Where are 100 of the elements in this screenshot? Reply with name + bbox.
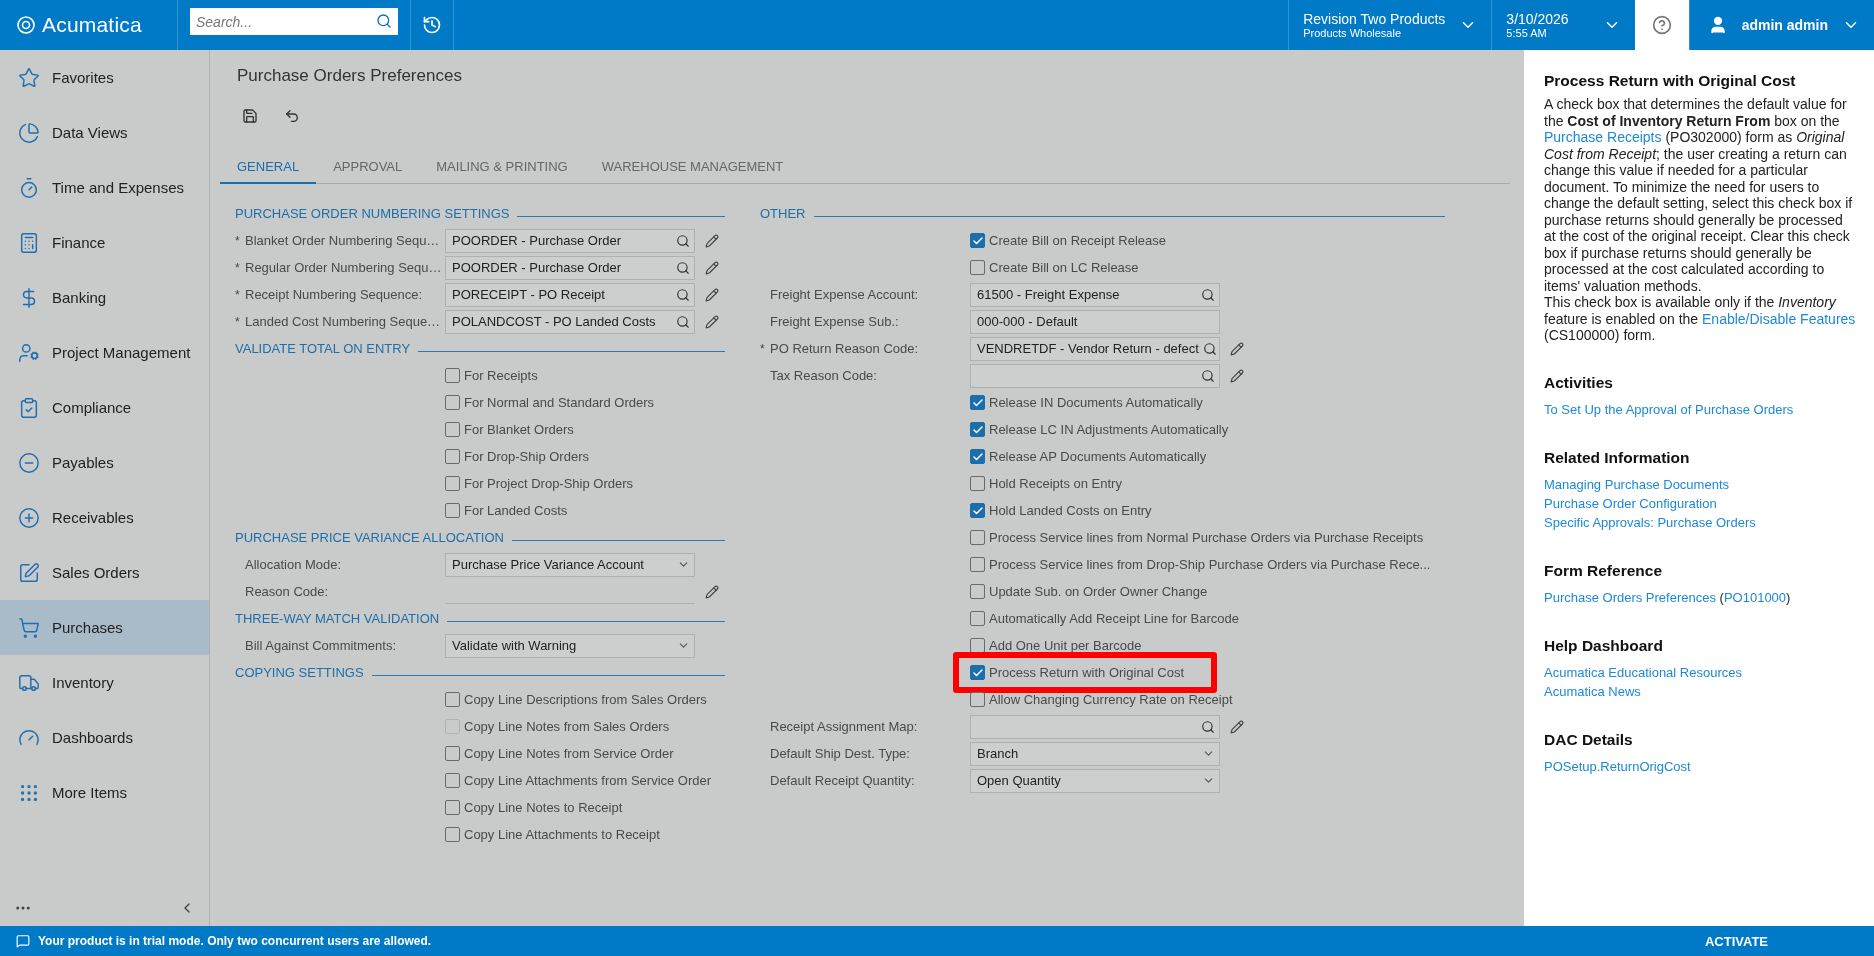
help-link[interactable]: Acumatica Educational Resources [1544,664,1742,680]
edit-icon[interactable] [1230,719,1244,734]
checkbox[interactable] [970,476,985,491]
sidebar-item[interactable]: Inventory [0,655,209,710]
sidebar-item[interactable]: Data Views [0,105,209,160]
edit-icon[interactable] [705,287,719,302]
checkbox-label[interactable]: Hold Receipts on Entry [989,476,1122,491]
help-link[interactable]: To Set Up the Approval of Purchase Orders [1544,401,1794,417]
lookup-field[interactable] [970,714,1220,739]
checkbox[interactable] [970,422,985,437]
checkbox-label[interactable]: Release AP Documents Automatically [989,449,1207,464]
checkbox-label[interactable]: Release IN Documents Automatically [989,395,1203,410]
help-link[interactable]: Purchase Order Configuration [1544,495,1717,511]
help-link[interactable]: Purchase Orders Preferences [1544,589,1716,605]
sidebar-item[interactable]: Receivables [0,490,209,545]
checkbox[interactable] [445,503,460,518]
checkbox-label[interactable]: Copy Line Descriptions from Sales Orders [464,692,707,707]
help-link[interactable]: Purchase Receipts [1544,129,1662,145]
sidebar-item[interactable]: Sales Orders [0,545,209,600]
checkbox-label[interactable]: For Normal and Standard Orders [464,395,655,410]
help-link[interactable]: Specific Approvals: Purchase Orders [1544,514,1756,530]
tab[interactable]: APPROVAL [316,150,420,184]
help-link[interactable]: Enable/Disable Features [1702,310,1856,327]
checkbox-label[interactable]: Copy Line Notes to Receipt [464,800,623,815]
checkbox-label[interactable]: Create Bill on Receipt Release [989,233,1167,248]
search-icon[interactable] [1201,719,1215,734]
help-button[interactable] [1634,0,1689,50]
lookup-field[interactable]: PORECEIPT - PO Receipt [445,282,695,307]
undo-icon[interactable] [284,108,300,124]
checkbox-label[interactable]: Create Bill on LC Release [989,260,1139,275]
dropdown-field[interactable]: Validate with Warning [445,633,695,658]
checkbox-label[interactable]: Automatically Add Receipt Line for Barcode [989,611,1240,626]
checkbox[interactable] [445,449,460,464]
dropdown-field[interactable]: Purchase Price Variance Account [445,552,695,577]
checkbox[interactable] [970,395,985,410]
sidebar-item[interactable]: Purchases [0,600,209,655]
sidebar-item[interactable]: Banking [0,270,209,325]
checkbox-label[interactable]: For Project Drop-Ship Orders [464,476,634,491]
sidebar-item[interactable]: Compliance [0,380,209,435]
help-link[interactable]: POSetup.ReturnOrigCost [1544,758,1691,774]
checkbox[interactable] [445,422,460,437]
checkbox-label[interactable]: Hold Landed Costs on Entry [989,503,1152,518]
sidebar-item[interactable]: Time and Expenses [0,160,209,215]
edit-icon[interactable] [1230,368,1244,383]
checkbox[interactable] [445,692,460,707]
checkbox-label[interactable]: Allow Changing Currency Rate on Receipt [989,692,1233,707]
checkbox[interactable] [970,638,985,653]
checkbox[interactable] [970,665,985,680]
checkbox-label[interactable]: Process Service lines from Normal Purchase Orders via Purchase Receipts [989,530,1424,545]
lookup-field[interactable]: POLANDCOST - PO Landed Costs [445,309,695,334]
edit-icon[interactable] [705,314,719,329]
sidebar-item[interactable]: More Items [0,765,209,820]
checkbox-label[interactable]: Release LC IN Adjustments Automatically [989,422,1229,437]
edit-icon[interactable] [705,233,719,248]
search-icon[interactable] [676,260,690,275]
edit-icon[interactable] [705,584,719,599]
checkbox-label[interactable]: For Receipts [464,368,538,383]
checkbox-label[interactable]: Process Return with Original Cost [989,665,1185,680]
checkbox[interactable] [970,584,985,599]
edit-icon[interactable] [1230,341,1244,356]
save-icon[interactable] [242,108,258,124]
checkbox[interactable] [970,233,985,248]
lookup-field[interactable] [970,363,1220,388]
checkbox-label[interactable]: Add One Unit per Barcode [989,638,1142,653]
help-link[interactable]: PO101000 [1723,589,1787,605]
tab[interactable]: GENERAL [220,150,317,184]
checkbox-label[interactable]: For Blanket Orders [464,422,574,437]
checkbox[interactable] [445,746,460,761]
checkbox-label[interactable]: For Drop-Ship Orders [464,449,589,464]
lookup-field[interactable]: POORDER - Purchase Order [445,228,695,253]
checkbox-label[interactable]: Process Service lines from Drop-Ship Purchase Orders via Purchase Rece... [989,557,1431,572]
sidebar-item[interactable]: Finance [0,215,209,270]
help-link[interactable]: Managing Purchase Documents [1544,476,1729,492]
checkbox[interactable] [445,773,460,788]
search-icon[interactable] [1202,341,1217,356]
activate-button[interactable]: ACTIVATE [1698,932,1774,950]
checkbox[interactable] [970,611,985,626]
search-icon[interactable] [676,314,690,329]
checkbox-label[interactable]: Copy Line Attachments from Service Order [464,773,712,788]
sidebar-item[interactable]: Project Management [0,325,209,380]
sidebar-item[interactable]: Favorites [0,50,209,105]
lookup-field[interactable]: VENDRETDF - Vendor Return - defect [970,336,1220,361]
checkbox-label[interactable]: Copy Line Attachments to Receipt [464,827,660,842]
search-icon[interactable] [1201,287,1215,302]
lookup-field[interactable]: 61500 - Freight Expense [970,282,1220,307]
checkbox[interactable] [970,692,985,707]
lookup-field[interactable]: POORDER - Purchase Order [445,255,695,280]
checkbox[interactable] [970,503,985,518]
dropdown-field[interactable]: Open Quantity [970,768,1220,793]
tab[interactable]: MAILING & PRINTING [419,150,585,184]
checkbox[interactable] [445,800,460,815]
sidebar-item[interactable]: Payables [0,435,209,490]
edit-icon[interactable] [705,260,719,275]
search-icon[interactable] [676,233,690,248]
checkbox[interactable] [445,395,460,410]
checkbox[interactable] [445,476,460,491]
sidebar-item[interactable]: Dashboards [0,710,209,765]
checkbox[interactable] [970,260,985,275]
search-icon[interactable] [1201,368,1215,383]
search-icon[interactable] [676,287,690,302]
